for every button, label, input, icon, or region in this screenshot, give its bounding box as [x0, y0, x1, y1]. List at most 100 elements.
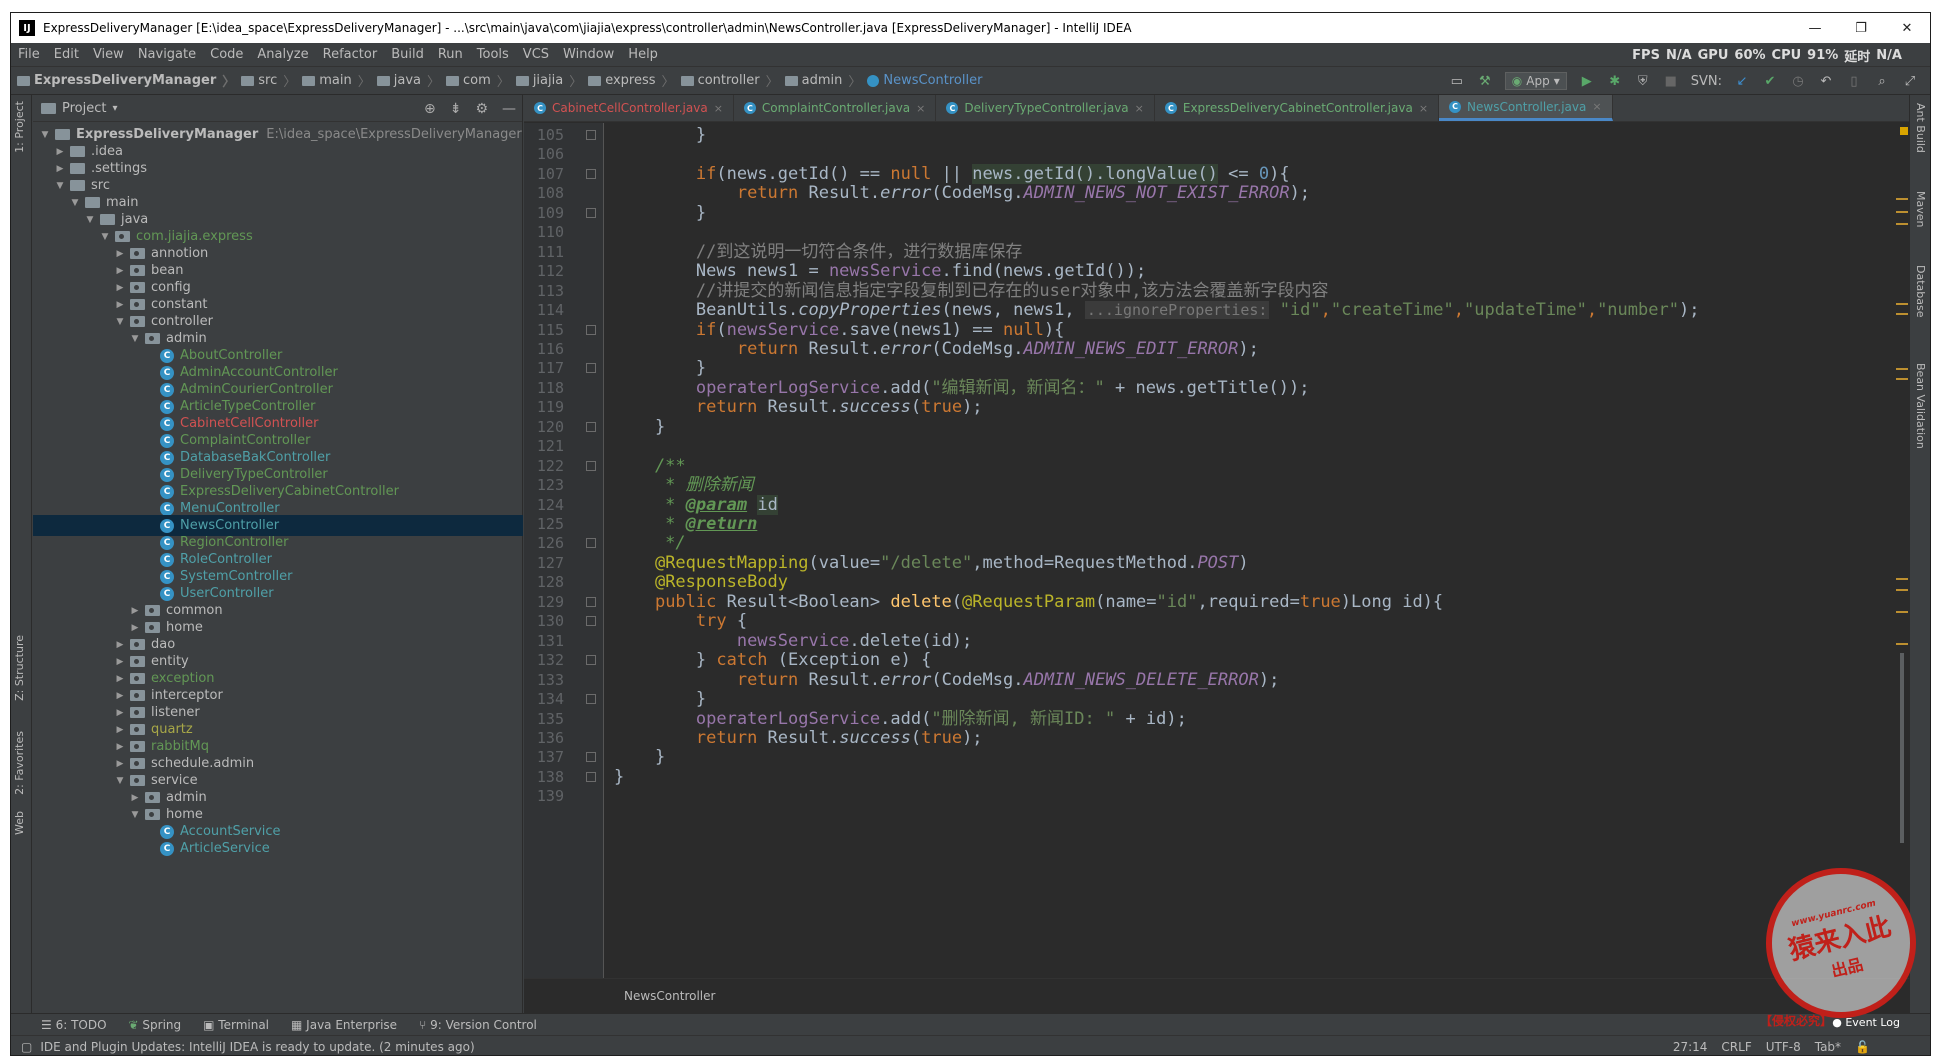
search-icon[interactable]: ⌕: [1874, 73, 1890, 89]
menu-analyze[interactable]: Analyze: [250, 47, 315, 62]
maximize-button[interactable]: ❐: [1838, 13, 1884, 43]
expand-icon[interactable]: ⤢: [1902, 73, 1918, 89]
fold-marker-icon[interactable]: [586, 596, 596, 607]
fold-marker-icon[interactable]: [586, 655, 596, 666]
breadcrumb-com[interactable]: com 〉: [446, 71, 516, 90]
file-encoding-select[interactable]: UTF-8: [1766, 1040, 1801, 1054]
collapse-arrow-icon[interactable]: ▶: [129, 606, 141, 616]
fold-marker-icon[interactable]: [586, 207, 596, 218]
svn-history-icon[interactable]: ◷: [1790, 73, 1806, 89]
breadcrumb-project[interactable]: ExpressDeliveryManager 〉: [17, 71, 241, 90]
status-message[interactable]: IDE and Plugin Updates: IntelliJ IDEA is…: [40, 1040, 474, 1054]
stop-icon[interactable]: ■: [1663, 73, 1679, 89]
collapse-all-icon[interactable]: ⇟: [450, 101, 462, 117]
collapse-arrow-icon[interactable]: ▶: [54, 147, 66, 157]
menu-help[interactable]: Help: [621, 47, 665, 62]
tool-tab-maven[interactable]: Maven: [1914, 191, 1927, 227]
minimize-button[interactable]: —: [1792, 13, 1838, 43]
menu-window[interactable]: Window: [556, 47, 621, 62]
tool-tab-ant-build[interactable]: Ant Build: [1914, 103, 1927, 153]
close-tab-icon[interactable]: ×: [916, 102, 925, 115]
locate-file-icon[interactable]: ⊕: [424, 101, 436, 117]
collapse-arrow-icon[interactable]: ▶: [114, 725, 126, 735]
fold-marker-icon[interactable]: [586, 363, 596, 374]
svn-update-icon[interactable]: ↙: [1734, 73, 1750, 89]
collapse-arrow-icon[interactable]: ▶: [114, 249, 126, 259]
warning-marker[interactable]: [1896, 211, 1908, 213]
collapse-arrow-icon[interactable]: ▶: [129, 623, 141, 633]
tool-tab-bean-validation[interactable]: Bean Validation: [1914, 363, 1927, 449]
warning-marker[interactable]: [1896, 313, 1908, 315]
fold-marker-icon[interactable]: [586, 324, 596, 335]
tool-version-control[interactable]: ⑂ 9: Version Control: [419, 1018, 537, 1032]
indent-select[interactable]: Tab*: [1815, 1040, 1841, 1054]
breadcrumb-admin[interactable]: admin 〉: [784, 71, 868, 90]
tool-tab-web[interactable]: Web: [13, 811, 26, 835]
fold-marker-icon[interactable]: [586, 616, 596, 627]
fold-marker-icon[interactable]: [586, 752, 596, 763]
menu-file[interactable]: File: [11, 47, 47, 62]
expand-arrow-icon[interactable]: ▼: [129, 810, 141, 820]
warning-marker[interactable]: [1896, 643, 1908, 645]
tool-tab-project[interactable]: 1: Project: [13, 101, 26, 153]
svn-commit-icon[interactable]: ✔: [1762, 73, 1778, 89]
caret-position[interactable]: 27:14: [1673, 1040, 1708, 1054]
warning-marker[interactable]: [1896, 611, 1908, 613]
line-number[interactable]: 139: [524, 784, 564, 808]
warning-marker[interactable]: [1896, 578, 1908, 580]
close-tab-icon[interactable]: ×: [1135, 102, 1144, 115]
tool-tab-database[interactable]: Database: [1914, 265, 1927, 318]
tool-spring[interactable]: ❦ Spring: [129, 1018, 182, 1032]
warning-marker[interactable]: [1896, 223, 1908, 225]
expand-arrow-icon[interactable]: ▼: [114, 317, 126, 327]
collapse-arrow-icon[interactable]: ▶: [114, 708, 126, 718]
close-tab-icon[interactable]: ×: [1592, 100, 1601, 113]
inspection-status-icon[interactable]: [1900, 127, 1908, 135]
menu-code[interactable]: Code: [203, 47, 250, 62]
editor-tab[interactable]: C NewsController.java ×: [1439, 95, 1613, 121]
close-tab-icon[interactable]: ×: [1419, 102, 1428, 115]
fold-marker-icon[interactable]: [586, 460, 596, 471]
coverage-icon[interactable]: ⛨: [1635, 73, 1651, 89]
breadcrumb-current-class[interactable]: NewsController: [867, 73, 982, 88]
collapse-arrow-icon[interactable]: ▶: [114, 266, 126, 276]
menu-navigate[interactable]: Navigate: [131, 47, 203, 62]
close-button[interactable]: ✕: [1884, 13, 1930, 43]
breadcrumb-java[interactable]: java 〉: [376, 71, 446, 90]
fold-marker-icon[interactable]: [586, 538, 596, 549]
menu-build[interactable]: Build: [384, 47, 431, 62]
tool-tab-favorites[interactable]: 2: Favorites: [13, 731, 26, 795]
menu-tools[interactable]: Tools: [470, 47, 516, 62]
breadcrumb-main[interactable]: main 〉: [302, 71, 377, 90]
breadcrumb-jiajia[interactable]: jiajia 〉: [515, 71, 588, 90]
warning-marker[interactable]: [1896, 198, 1908, 200]
expand-arrow-icon[interactable]: ▼: [129, 334, 141, 344]
lock-icon[interactable]: 🔓: [1855, 1040, 1870, 1054]
expand-arrow-icon[interactable]: ▼: [114, 776, 126, 786]
menu-edit[interactable]: Edit: [47, 47, 86, 62]
layout-icon[interactable]: ▯: [1846, 73, 1862, 89]
collapse-arrow-icon[interactable]: ▶: [114, 657, 126, 667]
expand-arrow-icon[interactable]: ▼: [39, 130, 51, 140]
tree-class-item[interactable]: C ArticleService: [33, 838, 523, 859]
expand-arrow-icon[interactable]: ▼: [99, 232, 111, 242]
line-separator-select[interactable]: CRLF: [1721, 1040, 1751, 1054]
fold-marker-icon[interactable]: [586, 771, 596, 782]
warning-marker[interactable]: [1896, 368, 1908, 370]
breadcrumb-controller[interactable]: controller 〉: [680, 71, 785, 90]
close-tab-icon[interactable]: ×: [714, 102, 723, 115]
build-hammer-icon[interactable]: ⚒: [1477, 73, 1493, 89]
tool-java-enterprise[interactable]: ▦ Java Enterprise: [291, 1018, 397, 1032]
collapse-arrow-icon[interactable]: ▶: [129, 793, 141, 803]
warning-marker[interactable]: [1896, 303, 1908, 305]
collapse-arrow-icon[interactable]: ▶: [114, 283, 126, 293]
collapse-arrow-icon[interactable]: ▶: [54, 164, 66, 174]
menu-vcs[interactable]: VCS: [516, 47, 556, 62]
warning-marker[interactable]: [1896, 378, 1908, 380]
breadcrumb-src[interactable]: src 〉: [241, 71, 302, 90]
run-configuration-select[interactable]: ◉ App ▾: [1504, 72, 1567, 90]
code-area[interactable]: } if(news.getId() == null || news.getId(…: [614, 123, 1874, 978]
collapse-arrow-icon[interactable]: ▶: [114, 640, 126, 650]
fold-marker-icon[interactable]: [586, 421, 596, 432]
fold-marker-icon[interactable]: [586, 130, 596, 140]
